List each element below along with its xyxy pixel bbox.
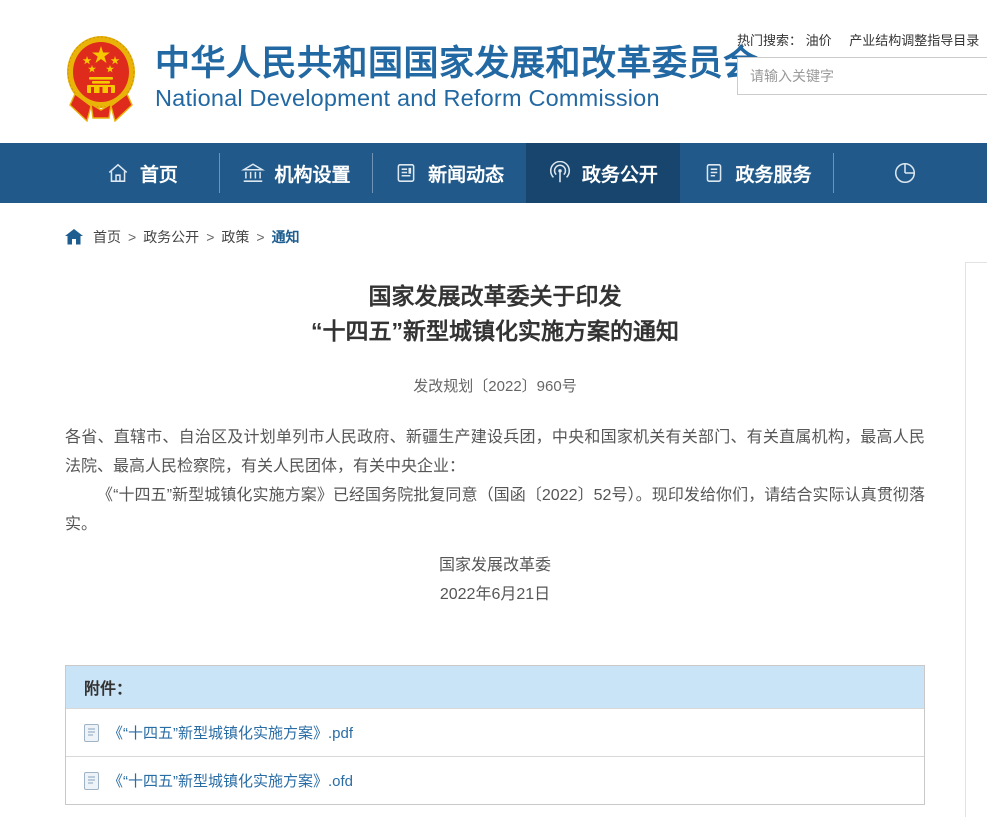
attachment-row-ofd[interactable]: 《“十四五”新型城镇化实施方案》.ofd <box>66 756 924 804</box>
attachment-link-ofd[interactable]: 《“十四五”新型城镇化实施方案》.ofd <box>108 770 353 791</box>
breadcrumb: 首页 > 政务公开 > 政策 > 通知 <box>65 203 925 247</box>
attachment-row-pdf[interactable]: 《“十四五”新型城镇化实施方案》.pdf <box>66 708 924 756</box>
national-emblem-icon <box>65 34 137 122</box>
attachments-box: 附件： 《“十四五”新型城镇化实施方案》.pdf 《“十四五”新型城镇化实施方案… <box>65 665 925 805</box>
news-icon <box>394 161 418 185</box>
nav-item-label: 政务服务 <box>736 160 812 187</box>
side-panel-edge <box>965 262 987 817</box>
article-body: 各省、直辖市、自治区及计划单列市人民政府、新疆生产建设兵团，中央和国家机关有关部… <box>65 423 925 539</box>
pie-chart-icon <box>893 161 917 185</box>
article-paragraph-recipients: 各省、直辖市、自治区及计划单列市人民政府、新疆生产建设兵团，中央和国家机关有关部… <box>65 423 925 481</box>
file-icon <box>84 724 99 742</box>
breadcrumb-item-disclosure[interactable]: 政务公开 <box>143 227 199 247</box>
institution-icon <box>241 161 265 185</box>
content-area: 首页 > 政务公开 > 政策 > 通知 国家发展改革委关于印发 “十四五”新型城… <box>65 203 925 805</box>
attachments-header: 附件： <box>66 666 924 708</box>
nav-item-government-services[interactable]: 政务服务 <box>680 143 834 203</box>
site-title-en: National Development and Reform Commissi… <box>155 85 759 111</box>
home-icon <box>106 161 130 185</box>
breadcrumb-item-policy[interactable]: 政策 <box>221 227 249 247</box>
main-nav: 首页 机构设置 新闻动态 政务公开 <box>0 143 987 203</box>
search-box <box>737 57 987 95</box>
signature-date: 2022年6月21日 <box>65 580 925 609</box>
signature-block: 国家发展改革委 2022年6月21日 <box>65 551 925 609</box>
breadcrumb-separator: > <box>206 229 214 245</box>
breadcrumb-separator: > <box>128 229 136 245</box>
breadcrumb-item-notice: 通知 <box>272 227 300 247</box>
article-title: 国家发展改革委关于印发 “十四五”新型城镇化实施方案的通知 <box>65 279 925 349</box>
attachment-link-pdf[interactable]: 《“十四五”新型城镇化实施方案》.pdf <box>108 722 353 743</box>
article-title-line1: 国家发展改革委关于印发 <box>65 279 925 314</box>
broadcast-icon <box>548 161 572 185</box>
nav-item-label: 新闻动态 <box>428 160 504 187</box>
signature-agency: 国家发展改革委 <box>65 551 925 580</box>
site-header: 中华人民共和国国家发展和改革委员会 National Development a… <box>0 0 987 143</box>
nav-item-home[interactable]: 首页 <box>65 143 219 203</box>
nav-item-data-partial[interactable] <box>833 143 987 203</box>
search-input[interactable] <box>738 58 987 94</box>
hot-search-term-oil-price[interactable]: 油价 <box>806 33 832 48</box>
nav-item-institutions[interactable]: 机构设置 <box>219 143 373 203</box>
site-title-block: 中华人民共和国国家发展和改革委员会 National Development a… <box>155 44 759 111</box>
nav-item-label: 首页 <box>140 160 178 187</box>
nav-item-label: 政务公开 <box>582 160 658 187</box>
article-title-line2: “十四五”新型城镇化实施方案的通知 <box>65 314 925 349</box>
nav-item-government-disclosure[interactable]: 政务公开 <box>526 143 680 203</box>
site-title-zh: 中华人民共和国国家发展和改革委员会 <box>155 44 759 84</box>
document-icon <box>702 161 726 185</box>
breadcrumb-item-home[interactable]: 首页 <box>93 227 121 247</box>
nav-item-label: 机构设置 <box>275 160 351 187</box>
attachments-label: 附件： <box>84 675 132 699</box>
breadcrumb-home-icon[interactable] <box>65 229 83 245</box>
hot-search-term-industry-catalog[interactable]: 产业结构调整指导目录 <box>849 33 979 48</box>
nav-item-news[interactable]: 新闻动态 <box>372 143 526 203</box>
hot-search-bar: 热门搜索： 油价 产业结构调整指导目录 <box>737 30 987 49</box>
page: 中华人民共和国国家发展和改革委员会 National Development a… <box>0 0 987 817</box>
document-number: 发改规划〔2022〕960号 <box>65 375 925 396</box>
hot-search-label: 热门搜索： <box>737 33 802 48</box>
breadcrumb-separator: > <box>256 229 264 245</box>
file-icon <box>84 772 99 790</box>
article-paragraph-main: 《“十四五”新型城镇化实施方案》已经国务院批复同意（国函〔2022〕52号）。现… <box>65 481 925 539</box>
